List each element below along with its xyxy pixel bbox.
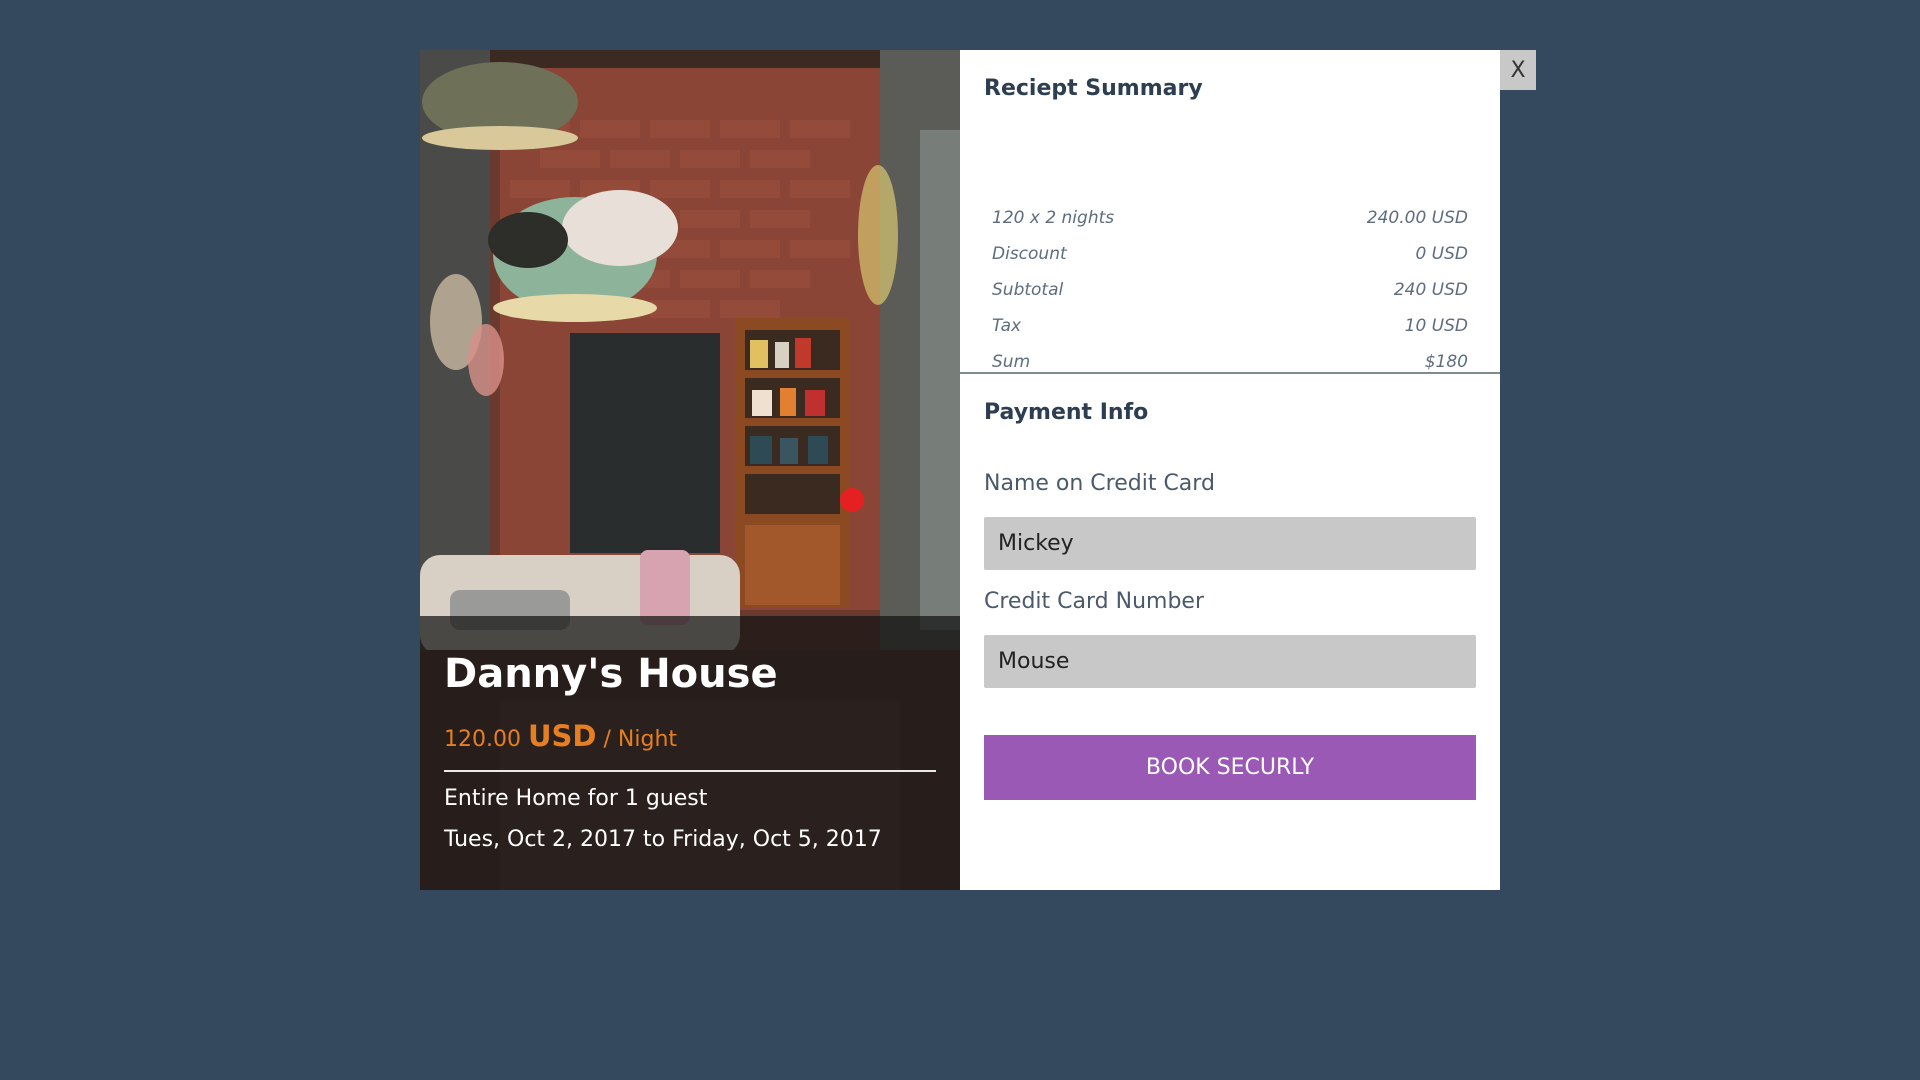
book-securely-button[interactable]: BOOK SECURLY	[984, 735, 1476, 800]
price-unit: / Night	[603, 727, 678, 752]
listing-dates: Tues, Oct 2, 2017 to Friday, Oct 5, 2017	[444, 827, 882, 852]
card-name-label: Name on Credit Card	[984, 471, 1215, 496]
receipt-heading: Reciept Summary	[984, 76, 1203, 101]
receipt-table: 120 x 2 nights 240.00 USD Discount 0 USD…	[984, 200, 1476, 380]
receipt-row-amount: 0 USD	[1415, 244, 1468, 264]
receipt-row: Tax 10 USD	[984, 308, 1476, 344]
receipt-row-label: Discount	[992, 244, 1067, 264]
receipt-row: Sum $180	[984, 344, 1476, 380]
receipt-row-amount: 240.00 USD	[1366, 208, 1468, 228]
receipt-row-label: 120 x 2 nights	[992, 208, 1115, 228]
receipt-row-amount: $180	[1424, 352, 1468, 372]
receipt-row: Subtotal 240 USD	[984, 272, 1476, 308]
listing-divider	[444, 770, 936, 772]
payment-heading: Payment Info	[984, 400, 1149, 425]
card-name-field[interactable]	[984, 517, 1476, 570]
receipt-row: Discount 0 USD	[984, 236, 1476, 272]
price-currency: USD	[527, 719, 597, 753]
card-number-label: Credit Card Number	[984, 589, 1204, 614]
listing-photo-panel: Danny's House 120.00 USD / Night Entire …	[420, 50, 960, 890]
listing-title: Danny's House	[444, 651, 778, 697]
receipt-row-label: Sum	[992, 352, 1031, 372]
listing-price: 120.00 USD / Night	[444, 722, 677, 751]
close-button[interactable]: X	[1500, 50, 1536, 90]
receipt-row: 120 x 2 nights 240.00 USD	[984, 200, 1476, 236]
receipt-row-amount: 240 USD	[1393, 280, 1468, 300]
section-divider	[960, 372, 1500, 374]
receipt-row-label: Subtotal	[992, 280, 1064, 300]
checkout-panel: Reciept Summary 120 x 2 nights 240.00 US…	[960, 50, 1500, 890]
card-number-field[interactable]	[984, 635, 1476, 688]
listing-guests: Entire Home for 1 guest	[444, 786, 708, 811]
receipt-row-label: Tax	[992, 316, 1022, 336]
receipt-row-amount: 10 USD	[1404, 316, 1468, 336]
price-amount: 120.00	[444, 727, 521, 752]
booking-modal: Danny's House 120.00 USD / Night Entire …	[420, 50, 1536, 890]
